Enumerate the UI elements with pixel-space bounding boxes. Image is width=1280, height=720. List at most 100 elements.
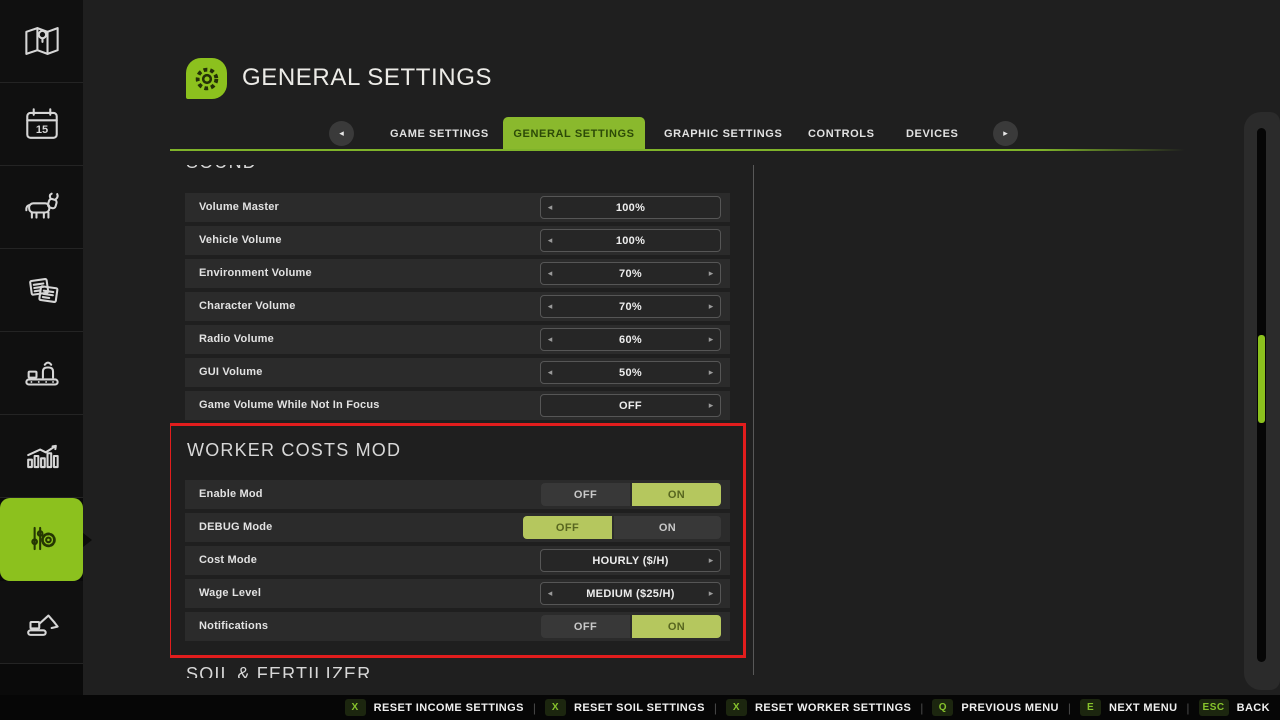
toggle-off-button[interactable]: OFF <box>523 516 612 539</box>
character-volume-stepper[interactable]: ◂ 70% ▸ <box>540 295 721 318</box>
game-volume-focus-stepper[interactable]: OFF ▸ <box>540 394 721 417</box>
svg-text:15: 15 <box>35 124 47 136</box>
calendar-icon: 15 <box>19 101 65 147</box>
tab-general-settings[interactable]: GENERAL SETTINGS <box>503 117 645 151</box>
sidebar-item-production[interactable] <box>0 332 83 415</box>
cost-mode-stepper[interactable]: HOURLY ($/H) ▸ <box>540 549 721 572</box>
active-item-pointer-icon <box>83 533 99 547</box>
gear-icon <box>190 62 224 96</box>
next-menu-button[interactable]: E NEXT MENU <box>1080 699 1177 716</box>
settings-sliders-gear-icon <box>19 516 65 562</box>
setting-row-notifications: Notifications OFF ON <box>185 612 730 641</box>
sidebar-item-construction[interactable] <box>0 581 83 664</box>
environment-volume-stepper[interactable]: ◂ 70% ▸ <box>540 262 721 285</box>
stepper-value: 70% <box>541 263 720 284</box>
tab-graphic-settings[interactable]: GRAPHIC SETTINGS <box>664 117 782 151</box>
separator: | <box>714 701 717 715</box>
key-e-icon: E <box>1080 699 1101 716</box>
hotkey-label: BACK <box>1237 702 1270 714</box>
reset-income-settings-button[interactable]: X RESET INCOME SETTINGS <box>345 699 524 716</box>
production-icon <box>19 350 65 396</box>
sidebar-item-contracts[interactable] <box>0 249 83 332</box>
increase-icon[interactable]: ▸ <box>702 362 720 383</box>
key-q-icon: Q <box>932 699 953 716</box>
stepper-value: MEDIUM ($25/H) <box>541 583 720 604</box>
gui-volume-stepper[interactable]: ◂ 50% ▸ <box>540 361 721 384</box>
sidebar-item-animals[interactable] <box>0 166 83 249</box>
stepper-value: 100% <box>541 230 720 251</box>
sidebar-item-calendar[interactable]: 15 <box>0 83 83 166</box>
back-button[interactable]: ESC BACK <box>1199 699 1270 716</box>
increase-icon[interactable]: ▸ <box>702 550 720 571</box>
tabs-next-button[interactable]: ▸ <box>993 121 1018 146</box>
sound-rows: Volume Master ◂ 100% Vehicle Volume ◂ 10… <box>185 193 730 424</box>
sidebar-item-settings[interactable] <box>0 498 83 581</box>
toggle-off-button[interactable]: OFF <box>541 615 630 638</box>
increase-icon[interactable]: ▸ <box>702 329 720 350</box>
documents-icon <box>19 267 65 313</box>
key-x-icon: X <box>545 699 566 716</box>
statistics-icon <box>19 433 65 479</box>
separator: | <box>920 701 923 715</box>
sidebar: 15 <box>0 0 83 720</box>
setting-row-gui-volume: GUI Volume ◂ 50% ▸ <box>185 358 730 387</box>
toggle-off-button[interactable]: OFF <box>541 483 630 506</box>
stepper-value: HOURLY ($/H) <box>541 550 720 571</box>
worker-costs-mod-highlight-box: WORKER COSTS MOD Enable Mod OFF ON DEBUG… <box>170 423 746 658</box>
increase-icon[interactable]: ▸ <box>702 263 720 284</box>
settings-scroll-area[interactable]: SOUND Volume Master ◂ 100% Vehicle Volum… <box>170 165 761 678</box>
setting-row-wage-level: Wage Level ◂ MEDIUM ($25/H) ▸ <box>185 579 730 608</box>
setting-row-volume-master: Volume Master ◂ 100% <box>185 193 730 222</box>
setting-row-character-volume: Character Volume ◂ 70% ▸ <box>185 292 730 321</box>
general-settings-screen: 15 <box>0 0 1280 720</box>
wage-level-stepper[interactable]: ◂ MEDIUM ($25/H) ▸ <box>540 582 721 605</box>
key-x-icon: X <box>726 699 747 716</box>
page-title: GENERAL SETTINGS <box>242 64 492 92</box>
hotkey-bar: X RESET INCOME SETTINGS | X RESET SOIL S… <box>0 695 1280 720</box>
vehicle-volume-stepper[interactable]: ◂ 100% <box>540 229 721 252</box>
toggle-on-button[interactable]: ON <box>614 516 721 539</box>
stepper-value: OFF <box>541 395 720 416</box>
sidebar-item-statistics[interactable] <box>0 415 83 498</box>
hotkey-label: RESET INCOME SETTINGS <box>374 702 524 714</box>
tab-underline <box>170 149 1185 151</box>
setting-row-radio-volume: Radio Volume ◂ 60% ▸ <box>185 325 730 354</box>
key-x-icon: X <box>345 699 366 716</box>
hotkey-label: RESET SOIL SETTINGS <box>574 702 705 714</box>
chevron-right-icon: ▸ <box>1003 128 1008 139</box>
list-scrollbar-track <box>753 165 754 675</box>
toggle-on-button[interactable]: ON <box>632 615 721 638</box>
separator: | <box>1068 701 1071 715</box>
tab-game-settings[interactable]: GAME SETTINGS <box>390 117 489 151</box>
increase-icon[interactable]: ▸ <box>702 296 720 317</box>
radio-volume-stepper[interactable]: ◂ 60% ▸ <box>540 328 721 351</box>
setting-row-debug-mode: DEBUG Mode OFF ON <box>185 513 730 542</box>
section-title-soil-fertilizer: SOIL & FERTILIZER <box>186 664 371 678</box>
tabs-previous-button[interactable]: ◂ <box>329 121 354 146</box>
increase-icon[interactable]: ▸ <box>702 583 720 604</box>
volume-master-stepper[interactable]: ◂ 100% <box>540 196 721 219</box>
tab-devices[interactable]: DEVICES <box>906 117 959 151</box>
setting-row-environment-volume: Environment Volume ◂ 70% ▸ <box>185 259 730 288</box>
cow-icon <box>19 184 65 230</box>
page-scrollbar-thumb[interactable] <box>1258 335 1265 423</box>
stepper-value: 50% <box>541 362 720 383</box>
reset-worker-settings-button[interactable]: X RESET WORKER SETTINGS <box>726 699 911 716</box>
setting-row-game-volume-focus: Game Volume While Not In Focus OFF ▸ <box>185 391 730 420</box>
previous-menu-button[interactable]: Q PREVIOUS MENU <box>932 699 1059 716</box>
enable-mod-toggle: OFF ON <box>541 483 721 506</box>
chevron-left-icon: ◂ <box>339 128 344 139</box>
general-settings-icon <box>186 58 227 99</box>
separator: | <box>533 701 536 715</box>
reset-soil-settings-button[interactable]: X RESET SOIL SETTINGS <box>545 699 705 716</box>
stepper-value: 60% <box>541 329 720 350</box>
tab-controls[interactable]: CONTROLS <box>808 117 875 151</box>
key-esc-icon: ESC <box>1199 699 1229 716</box>
toggle-on-button[interactable]: ON <box>632 483 721 506</box>
setting-row-cost-mode: Cost Mode HOURLY ($/H) ▸ <box>185 546 730 575</box>
sidebar-item-map[interactable] <box>0 0 83 83</box>
excavator-icon <box>19 599 65 645</box>
section-title-worker-costs-mod: WORKER COSTS MOD <box>187 440 401 461</box>
setting-row-enable-mod: Enable Mod OFF ON <box>185 480 730 509</box>
increase-icon[interactable]: ▸ <box>702 395 720 416</box>
